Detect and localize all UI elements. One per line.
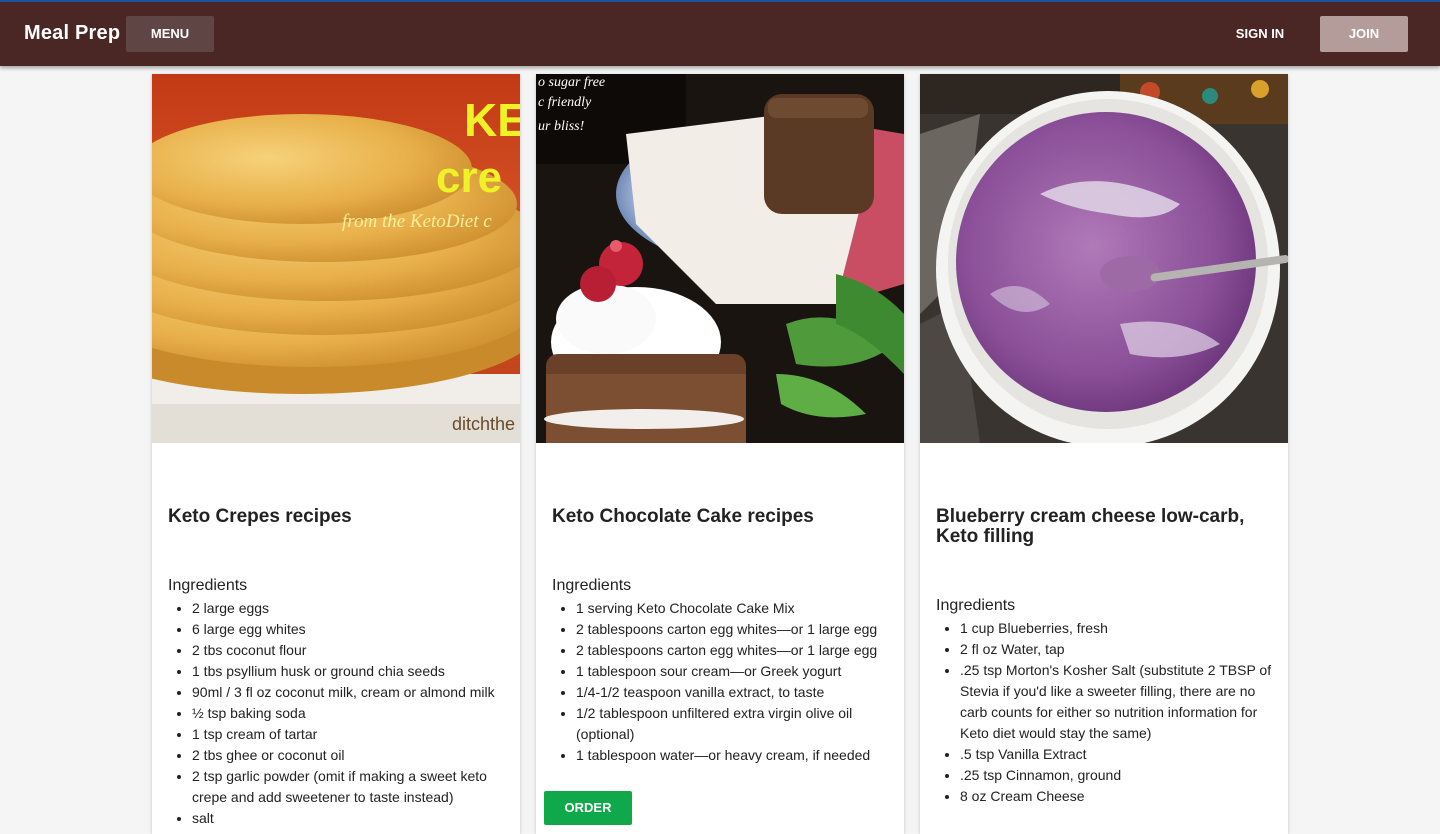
recipe-title[interactable]: Keto Chocolate Cake recipes	[552, 507, 888, 527]
ingredient-item: .25 tsp Cinnamon, ground	[960, 765, 1272, 786]
ingredient-item: 2 fl oz Water, tap	[960, 639, 1272, 660]
ingredient-item: 90ml / 3 fl oz coconut milk, cream or al…	[192, 682, 504, 703]
image-overlay-text-1: KE	[464, 94, 520, 146]
sign-in-button[interactable]: SIGN IN	[1218, 16, 1302, 52]
ingredient-item: 6 large egg whites	[192, 619, 504, 640]
ingredient-item: .5 tsp Vanilla Extract	[960, 744, 1272, 765]
ingredients-heading: Ingredients	[552, 577, 632, 594]
brand-title[interactable]: Meal Prep	[24, 22, 120, 45]
ingredient-item: 1 tsp cream of tartar	[192, 724, 504, 745]
ingredient-item: 1/2 tablespoon unfiltered extra virgin o…	[576, 703, 888, 745]
keto-crepes-image[interactable]: KE cre from the KetoDiet c ditchthe	[152, 74, 520, 443]
ingredient-item: ½ tsp baking soda	[192, 703, 504, 724]
ingredient-item: 1 tablespoon water—or heavy cream, if ne…	[576, 745, 888, 766]
ingredient-item: 2 tsp garlic powder (omit if making a sw…	[192, 766, 504, 808]
order-button[interactable]: ORDER	[544, 791, 632, 825]
keto-chocolate-cake-image[interactable]: o sugar free c friendly ur bliss!	[536, 74, 904, 443]
ingredients-list: 1 cup Blueberries, fresh 2 fl oz Water, …	[936, 618, 1272, 807]
recipe-card-blueberry-cream-cheese: Blueberry cream cheese low-carb, Keto fi…	[920, 74, 1288, 834]
ingredient-item: 2 tbs coconut flour	[192, 640, 504, 661]
image-overlay-text-1: o sugar free	[538, 75, 605, 90]
image-overlay-text-2: cre	[436, 153, 502, 202]
ingredient-item: 1 serving Keto Chocolate Cake Mix	[576, 598, 888, 619]
recipe-title[interactable]: Keto Crepes recipes	[168, 507, 504, 527]
image-overlay-text-2: c friendly	[538, 95, 592, 110]
ingredient-item: 2 tbs ghee or coconut oil	[192, 745, 504, 766]
ingredient-item: 2 tablespoons carton egg whites—or 1 lar…	[576, 640, 888, 661]
ingredient-item: 8 oz Cream Cheese	[960, 786, 1272, 807]
recipe-card-keto-crepes: KE cre from the KetoDiet c ditchthe Keto…	[152, 74, 520, 834]
join-button[interactable]: JOIN	[1320, 16, 1408, 52]
menu-button[interactable]: MENU	[126, 16, 214, 52]
ingredients-list: 1 serving Keto Chocolate Cake Mix 2 tabl…	[552, 598, 888, 766]
ingredient-item: 1 tablespoon sour cream—or Greek yogurt	[576, 661, 888, 682]
ingredient-item: 1/4-1/2 teaspoon vanilla extract, to tas…	[576, 682, 888, 703]
ingredient-item: 1 tbs psyllium husk or ground chia seeds	[192, 661, 504, 682]
image-overlay-text-3: ur bliss!	[538, 119, 585, 134]
ingredients-heading: Ingredients	[168, 577, 248, 594]
top-app-bar: Meal Prep MENU SIGN IN JOIN	[0, 0, 1440, 66]
ingredients-heading: Ingredients	[936, 597, 1016, 614]
recipe-title[interactable]: Blueberry cream cheese low-carb, Keto fi…	[936, 507, 1272, 547]
ingredient-item: 2 large eggs	[192, 598, 504, 619]
ingredient-item: 2 tablespoons carton egg whites—or 1 lar…	[576, 619, 888, 640]
image-overlay-text-3: from the KetoDiet c	[342, 211, 492, 232]
ingredient-item: .25 tsp Morton's Kosher Salt (substitute…	[960, 660, 1272, 744]
blueberry-filling-image[interactable]	[920, 74, 1288, 443]
ingredient-item: 1 cup Blueberries, fresh	[960, 618, 1272, 639]
ingredients-list: 2 large eggs 6 large egg whites 2 tbs co…	[168, 598, 504, 829]
recipe-card-keto-chocolate-cake: o sugar free c friendly ur bliss! Keto C…	[536, 74, 904, 834]
image-overlay-text-4: ditchthe	[452, 414, 515, 434]
